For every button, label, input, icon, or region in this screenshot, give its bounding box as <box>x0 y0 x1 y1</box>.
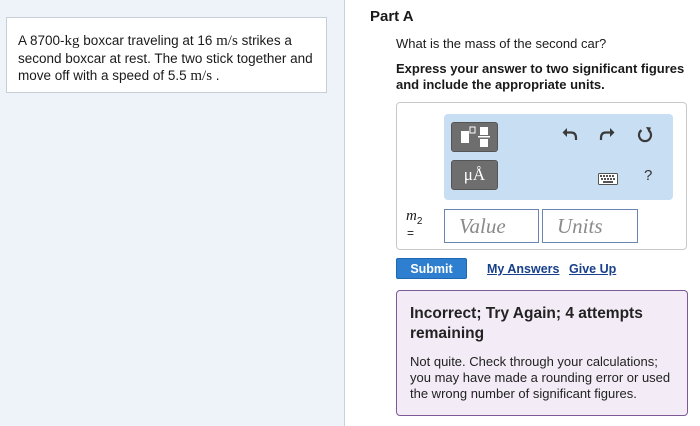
give-up-link[interactable]: Give Up <box>569 262 616 276</box>
templates-icon <box>461 126 490 147</box>
feedback-box: Incorrect; Try Again; 4 attempts remaini… <box>396 290 688 416</box>
submit-button[interactable]: Submit <box>396 258 467 279</box>
question-text: What is the mass of the second car? <box>396 36 607 51</box>
speed-unit-1: m/s <box>216 33 238 49</box>
math-toolbar: μÅ ? <box>444 114 673 200</box>
units-input[interactable] <box>542 209 638 243</box>
redo-icon[interactable] <box>599 127 615 141</box>
problem-text-4: . <box>212 68 220 83</box>
units-button-label: μÅ <box>463 165 486 184</box>
problem-text-1: A 8700- <box>18 33 65 48</box>
units-button[interactable]: μÅ <box>451 160 498 190</box>
reset-icon[interactable] <box>637 126 653 143</box>
my-answers-link[interactable]: My Answers <box>487 262 559 276</box>
help-icon[interactable]: ? <box>644 167 652 184</box>
problem-statement: A 8700-kg boxcar traveling at 16 m/s str… <box>6 17 327 93</box>
speed-unit-2: m/s <box>190 68 213 84</box>
feedback-title: Incorrect; Try Again; 4 attempts remaini… <box>410 305 643 342</box>
instruction-text: Express your answer to two significant f… <box>396 61 685 92</box>
value-input[interactable] <box>444 209 539 243</box>
feedback-text: Not quite. Check through your calculatio… <box>410 354 671 401</box>
undo-icon[interactable] <box>562 127 578 141</box>
problem-text-2: boxcar traveling at 16 <box>79 33 217 48</box>
left-pane: A 8700-kg boxcar traveling at 16 m/s str… <box>0 0 345 426</box>
keyboard-icon[interactable] <box>598 173 618 185</box>
answer-variable-subscript: 2 <box>416 215 423 227</box>
answer-variable: m <box>406 208 417 224</box>
mass-unit: kg <box>64 33 80 49</box>
equals-sign: = <box>407 226 415 240</box>
templates-button[interactable] <box>451 122 498 152</box>
part-title: Part A <box>370 8 414 25</box>
